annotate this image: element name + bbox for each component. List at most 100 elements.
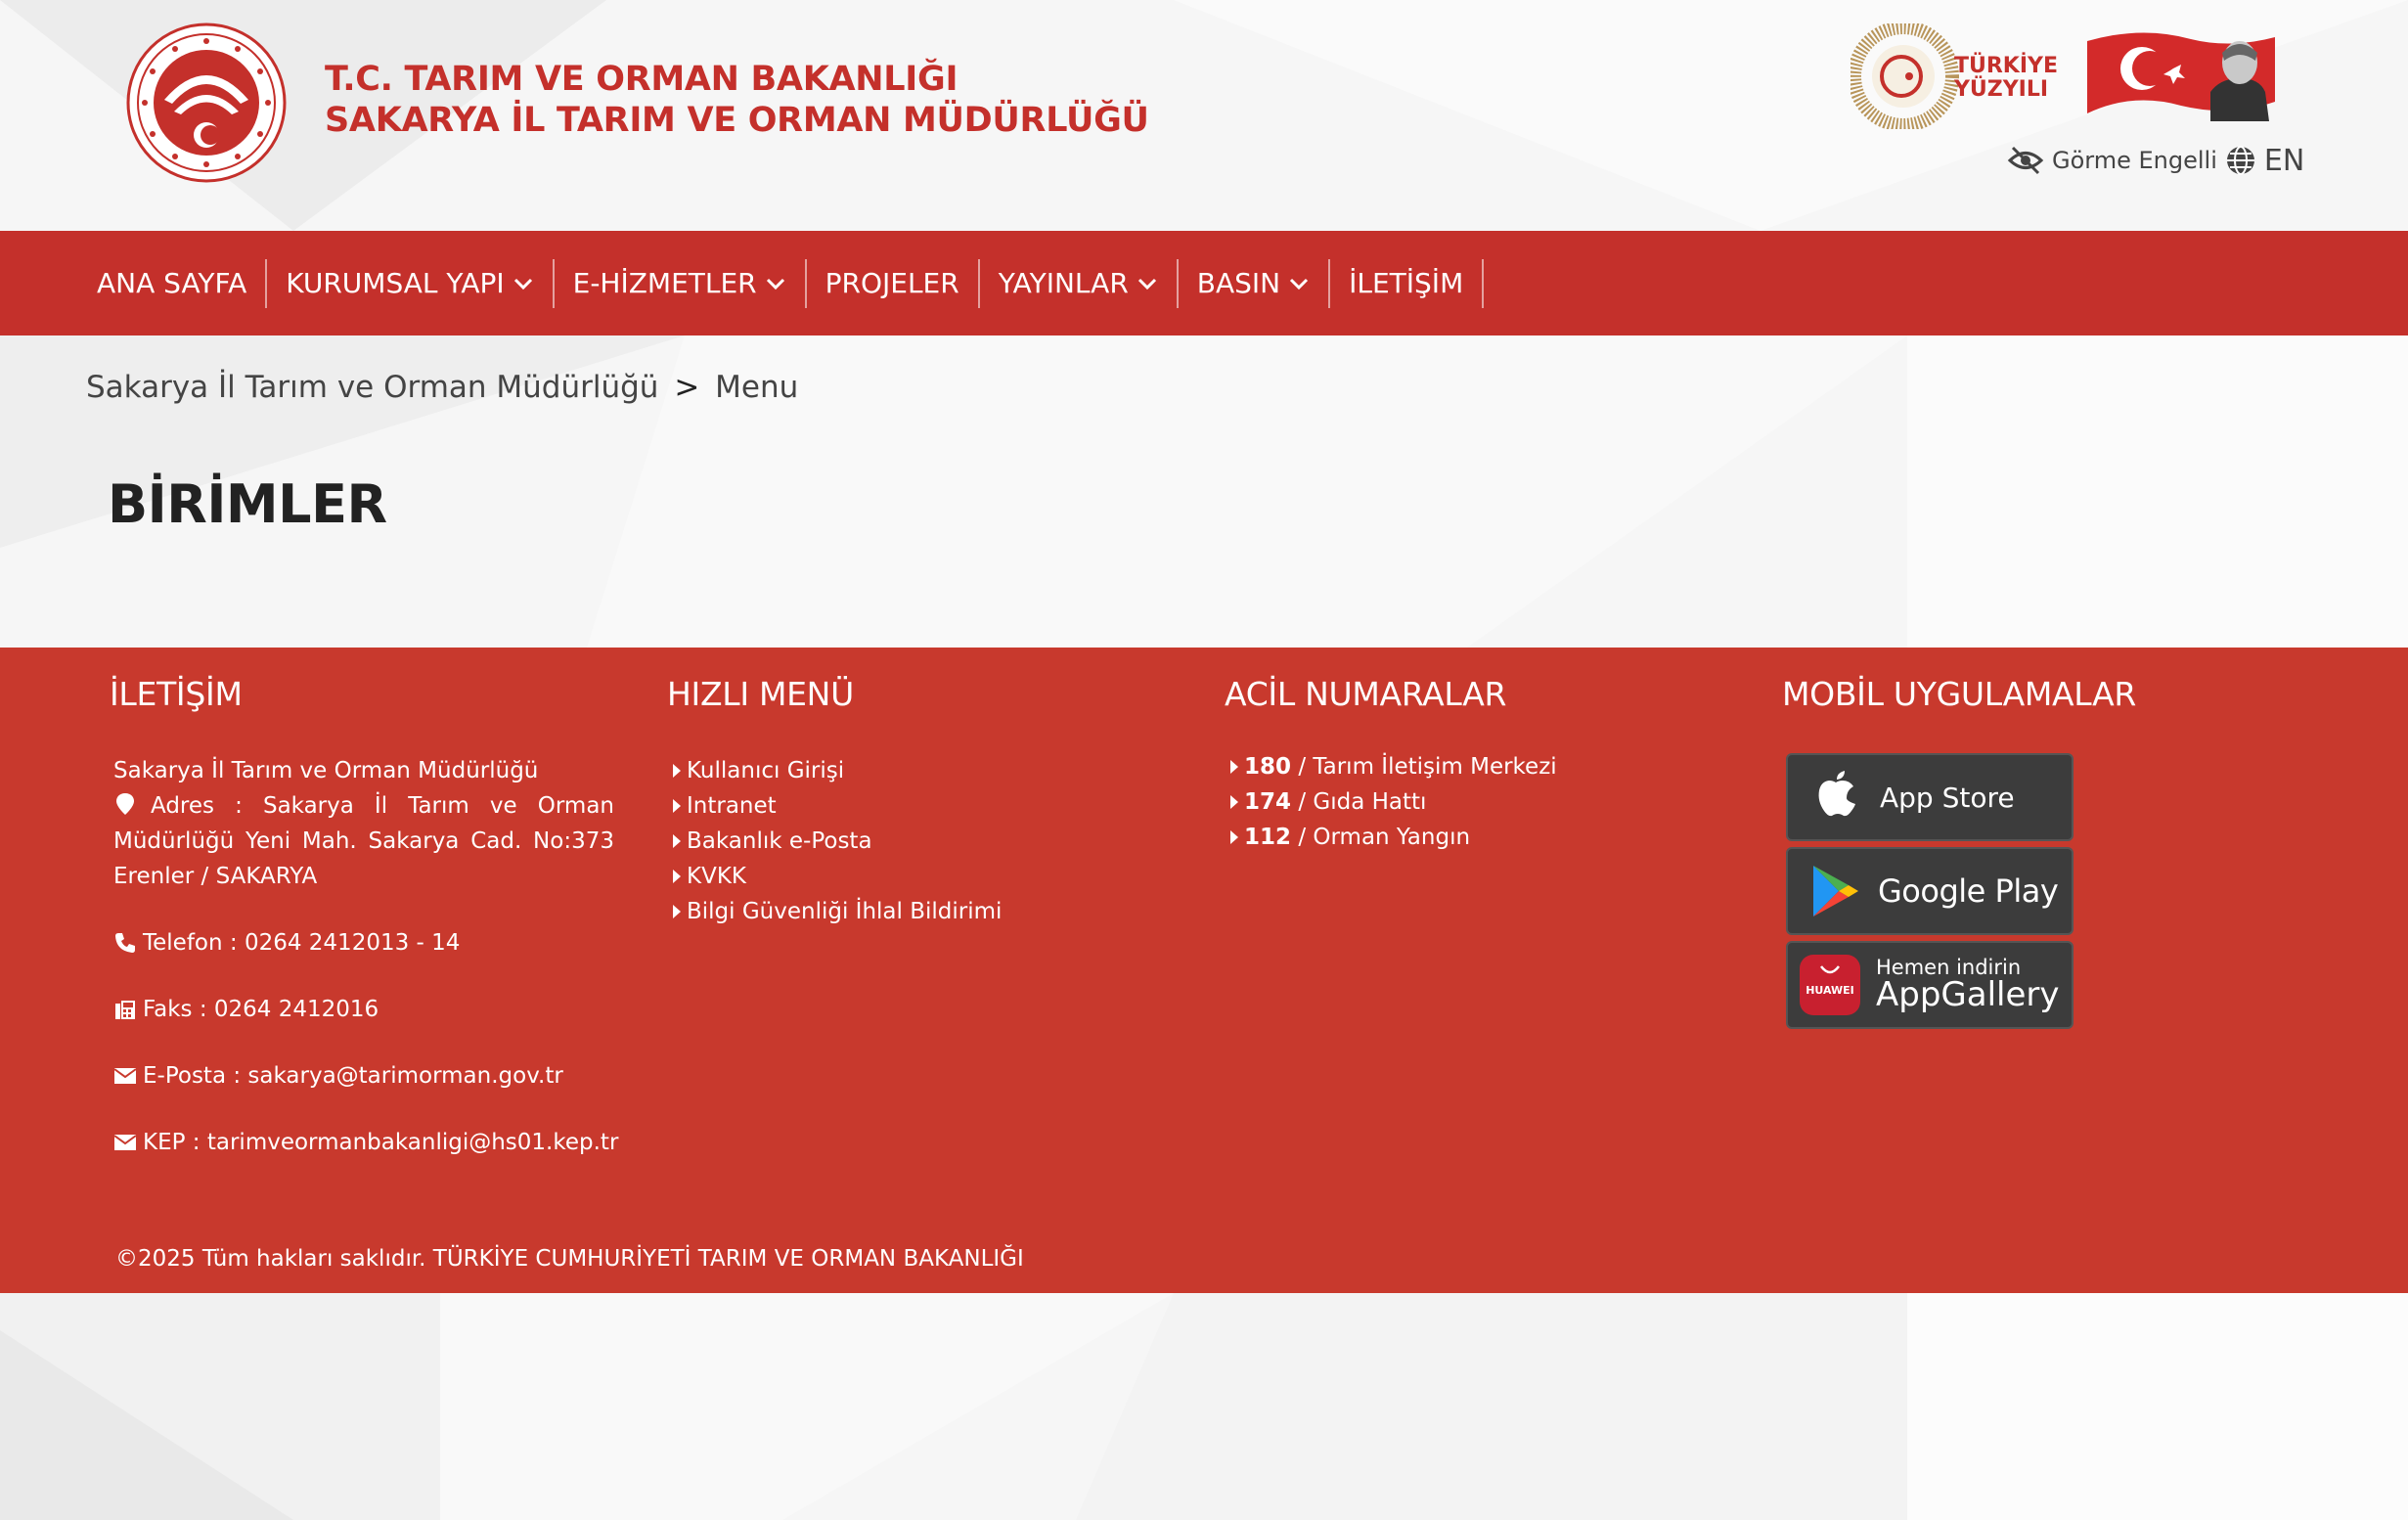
org-title-line2: SAKARYA İL TARIM VE ORMAN MÜDÜRLÜĞÜ [325, 101, 1149, 140]
google-play-button[interactable]: Google Play [1786, 847, 2074, 935]
nav-item-label: ANA SAYFA [97, 267, 247, 299]
quick-menu-label: Intranet [687, 793, 777, 819]
caret-right-icon [1230, 760, 1238, 774]
contact-heading: İLETİŞİM [110, 675, 243, 713]
contact-kep-row: KEP : tarimveormanbakanligi@hs01.kep.tr [113, 1125, 618, 1160]
breadcrumb-parent[interactable]: Sakarya İl Tarım ve Orman Müdürlüğü [86, 370, 658, 405]
caret-right-icon [673, 764, 681, 778]
emergency-text: 174 / Gıda Hattı [1244, 784, 1426, 820]
caret-right-icon [673, 905, 681, 918]
language-toggle[interactable]: EN [2264, 144, 2304, 178]
quick-menu-label: Bilgi Güvenliği İhlal Bildirimi [687, 899, 1003, 924]
nav-item-projeler[interactable]: PROJELER [807, 258, 980, 308]
nav-item-label: İLETİŞİM [1349, 267, 1464, 299]
nav-item-e-hi-zmetler[interactable]: E-HİZMETLER [555, 258, 807, 308]
caret-right-icon [673, 834, 681, 848]
caret-right-icon [1230, 830, 1238, 844]
nav-item-label: PROJELER [825, 267, 959, 299]
contact-fax: Faks : 0264 2412016 [143, 997, 379, 1022]
site-footer: İLETİŞİM Sakarya İl Tarım ve Orman Müdür… [0, 648, 2408, 1293]
caret-right-icon [673, 870, 681, 883]
contact-org: Sakarya İl Tarım ve Orman Müdürlüğü [113, 758, 539, 783]
emergency-item[interactable]: 112 / Orman Yangın [1230, 820, 1557, 855]
emergency-number: 180 [1244, 754, 1292, 780]
contact-kep[interactable]: KEP : tarimveormanbakanligi@hs01.kep.tr [143, 1125, 618, 1160]
nav-item-yayinlar[interactable]: YAYINLAR [980, 258, 1179, 308]
nav-item-label: BASIN [1196, 267, 1281, 299]
app-store-button[interactable]: App Store [1786, 753, 2074, 841]
google-play-label: Google Play [1878, 872, 2059, 910]
quick-menu-item[interactable]: KVKK [673, 859, 1002, 894]
org-title[interactable]: T.C. TARIM VE ORMAN BAKANLIĞI SAKARYA İL… [325, 59, 1149, 141]
breadcrumb-current: Menu [715, 370, 799, 405]
emergency-heading: ACİL NUMARALAR [1225, 675, 1507, 713]
chevron-down-icon [513, 278, 532, 290]
copyright: ©2025 Tüm hakları saklıdır. TÜRKİYE CUMH… [115, 1246, 1024, 1272]
emergency-item[interactable]: 180 / Tarım İletişim Merkezi [1230, 749, 1557, 784]
breadcrumb: Sakarya İl Tarım ve Orman Müdürlüğü > Me… [86, 370, 798, 405]
quick-menu-list: Kullanıcı Girişi Intranet Bakanlık e-Posta… [673, 753, 1002, 929]
quick-menu-item[interactable]: Kullanıcı Girişi [673, 753, 1002, 788]
emergency-label: / Orman Yangın [1291, 825, 1471, 850]
emergency-text: 112 / Orman Yangın [1244, 820, 1470, 855]
nav-item-label: KURUMSAL YAPI [286, 267, 505, 299]
nav-item-label: E-HİZMETLER [572, 267, 757, 299]
quick-menu-item[interactable]: Intranet [673, 788, 1002, 824]
contact-address-text: Adres : Sakarya İl Tarım ve Orman Müdürl… [113, 793, 614, 889]
map-marker-icon [116, 793, 134, 815]
caret-right-icon [673, 799, 681, 813]
chevron-down-icon [1137, 278, 1156, 290]
page-title: BİRİMLER [108, 473, 387, 535]
accessibility-bar: Görme Engelli EN [2007, 141, 2304, 180]
emergency-number: 174 [1244, 789, 1292, 815]
nav-item-label: YAYINLAR [998, 267, 1129, 299]
quick-menu-heading: HIZLI MENÜ [667, 675, 854, 713]
google-play-icon [1813, 866, 1858, 916]
quick-menu-label: Kullanıcı Girişi [687, 758, 845, 783]
quick-menu-item[interactable]: Bilgi Güvenliği İhlal Bildirimi [673, 894, 1002, 929]
mobile-heading: MOBİL UYGULAMALAR [1782, 675, 2137, 713]
breadcrumb-separator: > [674, 370, 700, 405]
emergency-number: 112 [1244, 825, 1292, 850]
contact-fax-row: Faks : 0264 2412016 [113, 992, 614, 1027]
ataturk-flag-image [2087, 32, 2275, 121]
main-nav: ANA SAYFA KURUMSAL YAPI E-HİZMETLER PROJELE… [0, 231, 2408, 335]
contact-phone[interactable]: Telefon : 0264 2412013 - 14 [143, 925, 460, 961]
contact-email[interactable]: E-Posta : sakarya@tarimorman.gov.tr [143, 1058, 563, 1094]
emergency-item[interactable]: 174 / Gıda Hattı [1230, 784, 1557, 820]
fax-icon [115, 1001, 135, 1019]
app-gallery-button[interactable]: HUAWEI Hemen indirin AppGallery [1786, 941, 2074, 1029]
nav-item-ana-sayfa[interactable]: ANA SAYFA [78, 258, 268, 308]
quick-menu-label: Bakanlık e-Posta [687, 828, 872, 854]
huawei-brand: HUAWEI [1806, 984, 1854, 997]
contact-address: Adres : Sakarya İl Tarım ve Orman Müdürl… [113, 788, 614, 894]
org-title-line1: T.C. TARIM VE ORMAN BAKANLIĞI [325, 60, 959, 99]
ministry-logo[interactable] [125, 22, 288, 184]
emergency-text: 180 / Tarım İletişim Merkezi [1244, 749, 1557, 784]
eye-slash-icon[interactable] [2007, 146, 2044, 175]
chevron-down-icon [766, 278, 784, 290]
accessibility-label[interactable]: Görme Engelli [2052, 147, 2217, 174]
ty-line2: YÜZYILI [1953, 76, 2048, 102]
emergency-label: / Tarım İletişim Merkezi [1291, 754, 1557, 780]
nav-item-kurumsal-yapi[interactable]: KURUMSAL YAPI [267, 258, 555, 308]
ty-line1: TÜRKİYE [1954, 53, 2058, 78]
site-header: T.C. TARIM VE ORMAN BAKANLIĞI SAKARYA İL… [0, 0, 2408, 231]
chevron-down-icon [1290, 278, 1309, 290]
emergency-label: / Gıda Hattı [1291, 789, 1427, 815]
phone-icon [115, 933, 135, 953]
quick-menu-label: KVKK [687, 864, 746, 889]
turkiye-yuzyili-logo: TÜRKİYE YÜZYILI [1851, 23, 2058, 129]
envelope-icon [113, 1068, 137, 1084]
emergency-list: 180 / Tarım İletişim Merkezi 174 / Gıda H… [1230, 749, 1557, 855]
nav-item-basin[interactable]: BASIN [1179, 258, 1331, 308]
globe-icon[interactable] [2225, 145, 2256, 176]
app-gallery-label: AppGallery [1876, 975, 2060, 1015]
quick-menu-item[interactable]: Bakanlık e-Posta [673, 824, 1002, 859]
contact-email-row: E-Posta : sakarya@tarimorman.gov.tr [113, 1058, 614, 1094]
envelope-icon [113, 1135, 137, 1150]
huawei-appgallery-icon: HUAWEI [1800, 955, 1860, 1015]
contact-phone-row: Telefon : 0264 2412013 - 14 [113, 925, 614, 961]
caret-right-icon [1230, 795, 1238, 809]
nav-item-i-leti-şi-m[interactable]: İLETİŞİM [1330, 258, 1485, 308]
